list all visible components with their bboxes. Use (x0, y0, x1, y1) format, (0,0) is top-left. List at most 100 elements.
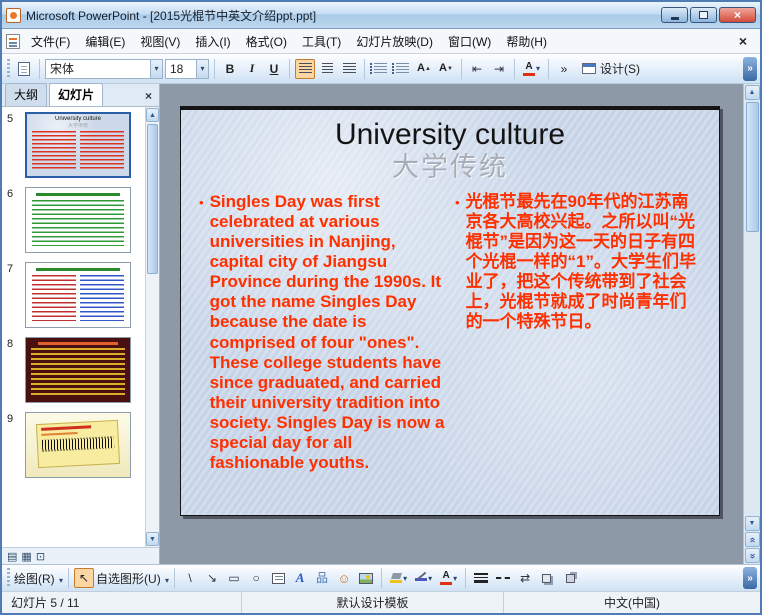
thumbnail-image[interactable] (25, 412, 131, 478)
wordart-button[interactable]: A (290, 568, 310, 588)
slide-design-label: 设计(S) (600, 62, 641, 76)
align-left-icon (298, 63, 312, 74)
line-icon: \ (188, 571, 192, 585)
close-document-icon[interactable]: × (730, 33, 756, 49)
numbered-list-button[interactable] (369, 59, 390, 79)
chevron-down-icon[interactable]: ▾ (196, 59, 208, 78)
thumbnail-slide-5[interactable]: 5 University culture 大学传统 (7, 112, 143, 178)
chevron-down-icon[interactable]: ▾ (150, 59, 162, 78)
pane-close-icon[interactable]: × (141, 89, 156, 103)
align-center-button[interactable] (317, 59, 337, 79)
thumbnail-image[interactable]: University culture 大学传统 (25, 112, 131, 178)
thumbnail-slide-6[interactable]: 6 (7, 187, 143, 253)
line-tool-button[interactable]: \ (180, 568, 200, 588)
next-slide-button[interactable]: » (744, 548, 760, 563)
slide-canvas[interactable]: University culture 大学传统 • Singles Day wa… (180, 106, 720, 516)
scroll-up-button[interactable]: ▲ (744, 85, 760, 100)
text-placeholder-chinese[interactable]: • 光棍节最先在90年代的江苏南京各大高校兴起。之所以叫“光棍节”是因为这一天的… (455, 192, 703, 473)
bullet-text-english[interactable]: Singles Day was first celebrated at vari… (210, 192, 447, 473)
menu-insert[interactable]: 插入(I) (188, 30, 237, 53)
shadow-style-button[interactable] (537, 568, 557, 588)
3d-style-button[interactable] (559, 568, 579, 588)
draw-menu-button[interactable]: 绘图(R) ▾ (14, 570, 63, 587)
increase-indent-button[interactable]: ⇥ (489, 59, 509, 79)
close-button[interactable]: × (719, 7, 756, 23)
clipart-button[interactable]: ☺ (334, 568, 354, 588)
scroll-down-button[interactable]: ▼ (146, 532, 159, 546)
menu-file[interactable]: 文件(F) (24, 30, 77, 53)
slide-title-zh[interactable]: 大学传统 (181, 152, 719, 183)
line-style-button[interactable] (471, 568, 491, 588)
rectangle-tool-button[interactable]: ▭ (224, 568, 244, 588)
thumbnail-image[interactable] (25, 337, 131, 403)
menu-slideshow[interactable]: 幻灯片放映(D) (349, 30, 440, 53)
increase-font-button[interactable]: A ▲ (414, 59, 434, 79)
arrow-style-button[interactable]: ⇄ (515, 568, 535, 588)
vertical-scrollbar[interactable]: ▲ ▼ « » (743, 84, 760, 564)
slide-design-button[interactable]: 设计(S) (576, 58, 646, 79)
thumbnail-slide-7[interactable]: 7 (7, 262, 143, 328)
minimize-button[interactable] (661, 7, 688, 23)
toolbar-options-button[interactable]: » (743, 567, 757, 589)
scrollbar-thumb[interactable] (147, 124, 158, 274)
thumbnail-slide-8[interactable]: 8 (7, 337, 143, 403)
restore-button[interactable] (690, 7, 717, 23)
menu-tools[interactable]: 工具(T) (295, 30, 348, 53)
autoshapes-menu-button[interactable]: 自选图形(U) ▾ (96, 570, 169, 587)
bold-button[interactable]: B (220, 59, 240, 79)
arrow-tool-button[interactable]: ↘ (202, 568, 222, 588)
bullet-list-button[interactable] (391, 59, 412, 79)
new-slide-button[interactable] (14, 59, 34, 79)
align-left-button[interactable] (295, 58, 315, 79)
diagram-button[interactable]: 品 (312, 568, 332, 588)
line-color-button[interactable]: ▾ (412, 568, 435, 588)
font-size-value: 18 (170, 61, 184, 76)
menu-help[interactable]: 帮助(H) (499, 30, 554, 53)
decrease-font-button[interactable]: A ▼ (436, 59, 456, 79)
font-size-select[interactable]: 18 ▾ (165, 58, 209, 79)
toolbar-overflow-button[interactable]: » (554, 59, 574, 79)
text-box-button[interactable] (268, 568, 288, 588)
menu-window[interactable]: 窗口(W) (441, 30, 498, 53)
scroll-down-button[interactable]: ▼ (744, 516, 760, 531)
oval-tool-button[interactable]: ○ (246, 568, 266, 588)
menu-view[interactable]: 视图(V) (133, 30, 187, 53)
font-color-icon: A (440, 571, 453, 585)
bullet-text-chinese[interactable]: 光棍节最先在90年代的江苏南京各大高校兴起。之所以叫“光棍节”是因为这一天的日子… (466, 192, 703, 473)
tab-slides[interactable]: 幻灯片 (49, 83, 104, 106)
thumbnail-image[interactable] (25, 187, 131, 253)
pane-scrollbar[interactable]: ▲ ▼ (145, 107, 159, 547)
font-color-button[interactable]: A ▾ (520, 59, 543, 79)
font-color-button[interactable]: A ▾ (437, 568, 460, 588)
text-placeholder-english[interactable]: • Singles Day was first celebrated at va… (199, 192, 447, 473)
titlebar[interactable]: Microsoft PowerPoint - [2015光棍节中英文介绍ppt.… (2, 2, 760, 29)
underline-button[interactable]: U (264, 59, 284, 79)
slide-sorter-view-button[interactable]: ▦ (21, 550, 31, 563)
drawing-toolbar: 绘图(R) ▾ ↖ 自选图形(U) ▾ \ ↘ ▭ ○ A 品 ☺ ▾ ▾ A … (2, 564, 760, 591)
align-right-button[interactable] (339, 59, 359, 79)
font-name-select[interactable]: 宋体 ▾ (45, 58, 163, 79)
toolbar-grip[interactable] (7, 568, 10, 588)
toolbar-options-button[interactable]: » (743, 56, 757, 81)
select-objects-button[interactable]: ↖ (74, 568, 95, 588)
fill-color-button[interactable]: ▾ (387, 568, 410, 588)
arrow-style-icon: ⇄ (520, 571, 531, 585)
thumbnail-slide-9[interactable]: 9 (7, 412, 143, 478)
thumbnail-image[interactable] (25, 262, 131, 328)
decrease-indent-button[interactable]: ⇤ (467, 59, 487, 79)
scrollbar-thumb[interactable] (745, 102, 759, 232)
insert-picture-button[interactable] (356, 568, 376, 588)
italic-button[interactable]: I (242, 59, 262, 79)
tab-outline[interactable]: 大纲 (5, 83, 48, 106)
scroll-up-button[interactable]: ▲ (146, 108, 159, 122)
slide-title-en[interactable]: University culture (181, 118, 719, 153)
menu-edit[interactable]: 编辑(E) (78, 30, 132, 53)
slideshow-button[interactable]: ⊡ (36, 550, 45, 563)
slide-body: • Singles Day was first celebrated at va… (181, 182, 719, 473)
previous-slide-button[interactable]: « (744, 532, 760, 547)
bullet-list-icon (391, 63, 409, 74)
menu-format[interactable]: 格式(O) (239, 30, 294, 53)
toolbar-grip[interactable] (7, 58, 10, 79)
normal-view-button[interactable]: ▤ (7, 550, 17, 563)
dash-style-button[interactable] (493, 568, 513, 588)
